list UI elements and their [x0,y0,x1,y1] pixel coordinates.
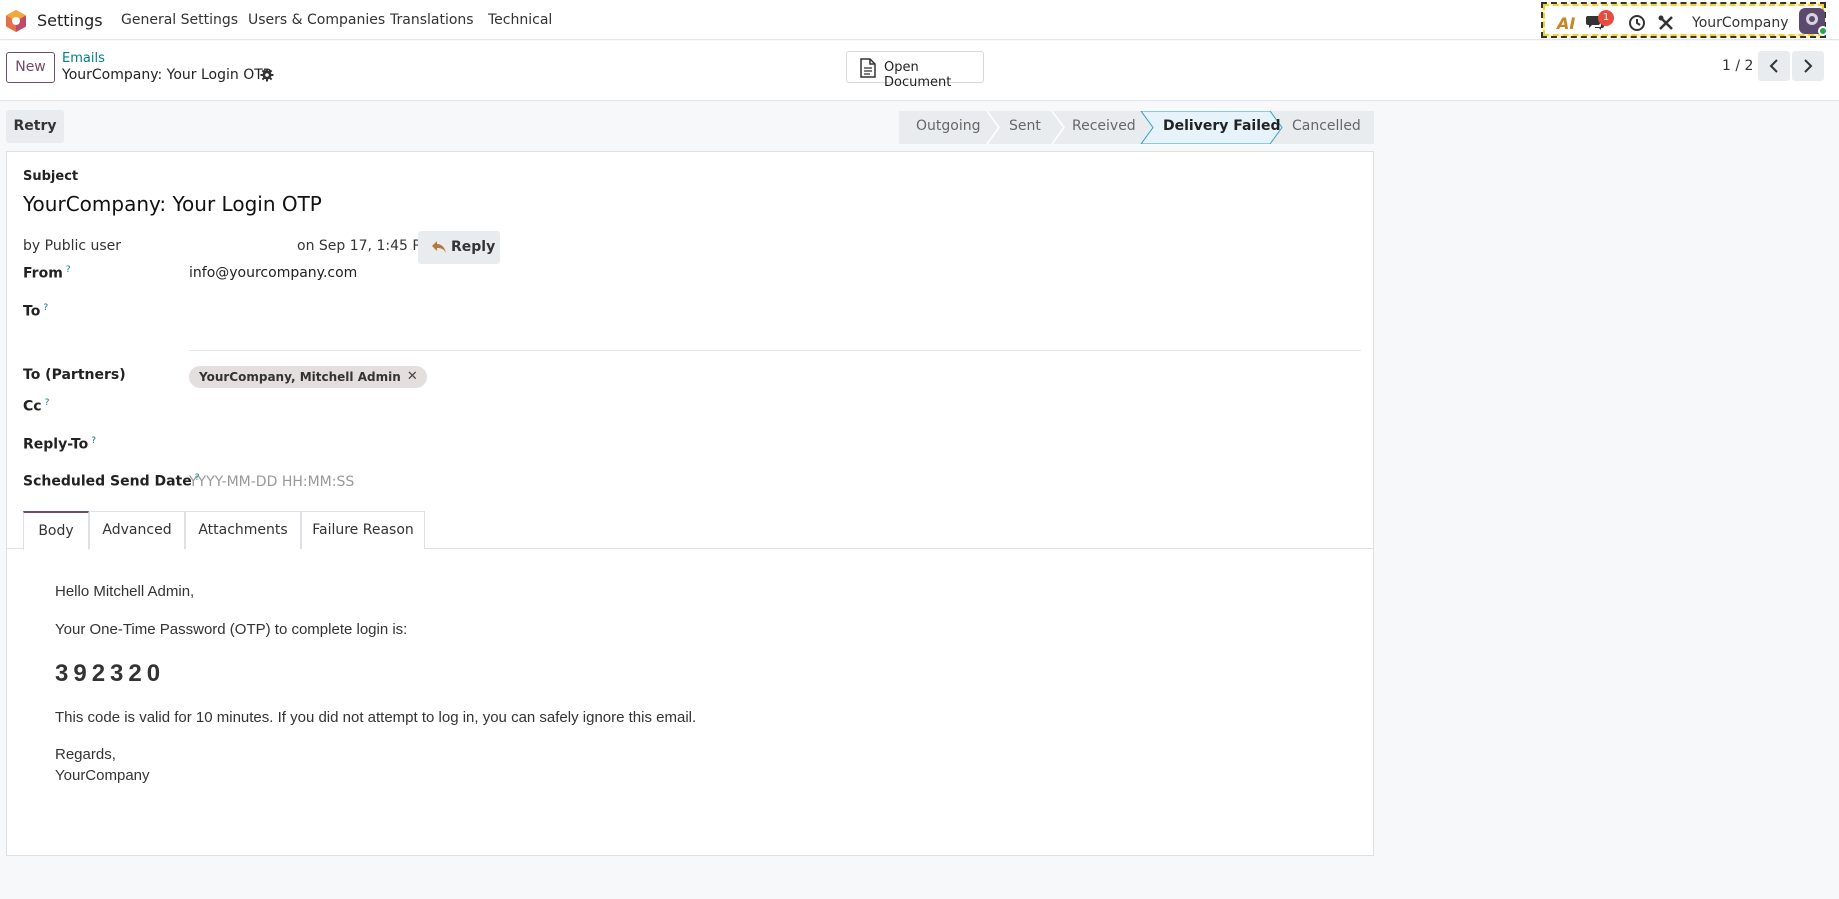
company-switcher[interactable]: YourCompany [1692,15,1789,31]
body-intro: Your One-Time Password (OTP) to complete… [55,621,408,638]
retry-button[interactable]: Retry [6,110,64,143]
stage-delivery-failed[interactable]: Delivery Failed [1163,118,1281,134]
scheduled-date-input[interactable]: YYYY-MM-DD HH:MM:SS [189,474,354,490]
sent-date: on Sep 17, 1:45 PM [297,238,433,254]
help-tooltip-icon[interactable]: ? [91,436,96,446]
control-panel: New Emails YourCompany: Your Login OTP O… [0,41,1839,101]
body-validity: This code is valid for 10 minutes. If yo… [55,709,697,726]
help-tooltip-icon[interactable]: ? [43,303,48,313]
app-logo-icon[interactable] [4,9,28,33]
subject-value: YourCompany: Your Login OTP [23,192,322,216]
ai-icon[interactable]: AI [1557,14,1575,33]
status-row: Retry Outgoing Sent Received Delivery Fa… [0,101,1839,151]
help-tooltip-icon[interactable]: ? [66,265,71,275]
body-signature: YourCompany [55,767,150,784]
menu-technical[interactable]: Technical [488,12,552,28]
menu-users-companies[interactable]: Users & Companies [248,12,385,28]
author-text: by Public user [23,238,122,254]
cc-label: Cc? [23,398,50,415]
to-field[interactable] [189,350,1361,351]
reply-button[interactable]: Reply [418,231,500,264]
tab-failure-reason[interactable]: Failure Reason [301,511,425,549]
systray: AI 1 YourCompany [1541,2,1828,38]
activity-clock-icon[interactable] [1628,14,1646,32]
open-document-label: Open Document [884,60,952,90]
reply-to-label: Reply-To? [23,436,97,453]
tab-advanced[interactable]: Advanced [89,511,185,549]
remove-tag-icon[interactable]: ✕ [407,366,418,388]
stage-received[interactable]: Received [1072,118,1136,134]
tab-attachments[interactable]: Attachments [185,511,301,549]
body-greeting: Hello Mitchell Admin, [55,583,195,600]
stage-cancelled[interactable]: Cancelled [1292,118,1361,134]
menu-general-settings[interactable]: General Settings [121,12,238,28]
partner-tag[interactable]: YourCompany, Mitchell Admin ✕ [189,366,427,388]
stage-sent[interactable]: Sent [1009,118,1041,134]
menu-translations[interactable]: Translations [390,12,474,28]
form-sheet: Subject YourCompany: Your Login OTP by P… [6,151,1374,856]
top-navbar: Settings General Settings Users & Compan… [0,0,1839,40]
reply-icon [432,241,446,253]
gear-icon[interactable] [260,68,274,82]
body-regards: Regards, [55,746,116,763]
chevron-left-icon [1769,59,1778,73]
subject-label: Subject [23,169,79,184]
chevron-right-icon [1804,59,1813,73]
document-icon [860,58,876,78]
pager-next-button[interactable] [1792,51,1824,81]
to-label: To? [23,303,49,320]
tab-body[interactable]: Body [23,511,89,550]
pager-value[interactable]: 1 / 2 [1722,58,1753,74]
app-name[interactable]: Settings [37,11,103,30]
stage-outgoing[interactable]: Outgoing [916,118,980,134]
help-tooltip-icon[interactable]: ? [45,398,50,408]
reply-label: Reply [451,239,496,255]
to-partners-label: To (Partners) [23,367,126,383]
notebook-tabs: Body Advanced Attachments Failure Reason [7,511,1373,550]
debug-tools-icon[interactable] [1657,14,1675,32]
status-bar: Outgoing Sent Received Delivery Failed C… [899,111,1374,144]
breadcrumb-emails[interactable]: Emails [62,51,105,66]
scheduled-date-label: Scheduled Send Date? [23,473,200,490]
otp-code: 392320 [55,660,166,687]
from-value[interactable]: info@yourcompany.com [189,265,357,281]
user-status-dot [1818,26,1828,36]
pager-previous-button[interactable] [1758,51,1790,81]
open-document-button[interactable]: Open Document [846,51,984,90]
new-button[interactable]: New [6,52,55,83]
from-label: From? [23,265,71,282]
chat-badge: 1 [1598,10,1614,26]
record-title: YourCompany: Your Login OTP [62,67,272,83]
